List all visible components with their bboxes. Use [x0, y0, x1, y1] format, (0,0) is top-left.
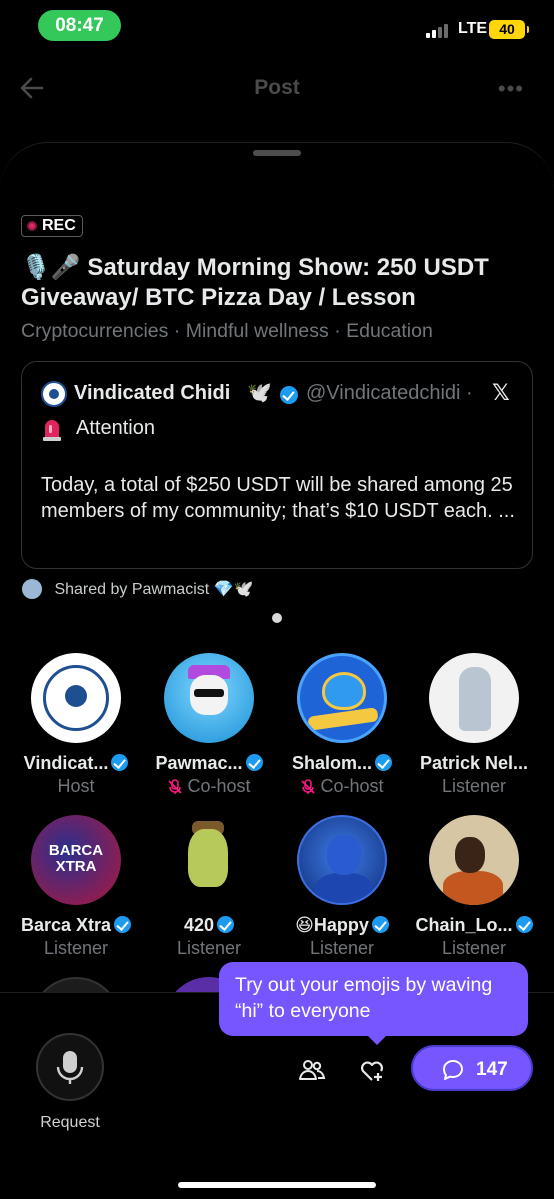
participant-name: Chain_Lo...: [408, 915, 540, 936]
microphone-icon: [56, 1051, 84, 1084]
more-icon[interactable]: •••: [498, 76, 524, 102]
participants-row: BARCA XTRA Barca Xtra Listener 420 Liste…: [10, 815, 544, 977]
post-body: Today, a total of $250 USDT will be shar…: [41, 474, 515, 522]
avatar: [297, 815, 387, 905]
space-title: 🎙️🎤 Saturday Morning Show: 250 USDT Give…: [21, 254, 489, 311]
verified-badge-icon: [371, 916, 389, 934]
verified-badge-icon: [217, 916, 235, 934]
participant[interactable]: 420 Listener: [143, 815, 275, 959]
avatar: [429, 653, 519, 743]
verified-badge-icon: [245, 754, 263, 772]
participant-role: Host: [57, 776, 95, 796]
page-title: Post: [254, 76, 300, 99]
heart-add-icon[interactable]: [358, 1056, 386, 1084]
participant-role: Listener: [441, 776, 507, 796]
participant[interactable]: Shalom... Co-host: [276, 653, 408, 797]
participant-name: 😆Happy: [276, 915, 408, 936]
participant[interactable]: Patrick Nel... Listener: [408, 653, 540, 797]
participant-role: Listener: [309, 938, 375, 958]
request-label: Request: [40, 1114, 100, 1131]
post-header: Post •••: [0, 64, 554, 114]
participant-role: Listener: [441, 938, 507, 958]
comments-button[interactable]: 147: [411, 1045, 533, 1091]
battery-icon: 40: [489, 20, 529, 39]
mic-off-icon: [301, 779, 316, 795]
request-button[interactable]: [36, 1033, 104, 1101]
participant-role: Co-host: [276, 776, 408, 797]
shared-by: Shared by Pawmacist 💎🕊️: [22, 579, 253, 599]
participant-role: Co-host: [143, 776, 275, 797]
participant-name: 420: [143, 915, 275, 936]
participant-name: Pawmac...: [143, 753, 275, 774]
avatar: [429, 815, 519, 905]
verified-badge-icon: [280, 386, 298, 404]
verified-badge-icon: [515, 916, 533, 934]
participant-name: Vindicat...: [10, 753, 142, 774]
status-bar: 08:47 LTE 40: [0, 0, 554, 54]
participant[interactable]: Pawmac... Co-host: [143, 653, 275, 797]
sheet-grab-handle[interactable]: [253, 150, 301, 156]
rec-badge: REC: [21, 215, 83, 237]
author-handle: @Vindicatedchidi ·: [306, 382, 473, 404]
verified-badge-icon: [375, 754, 392, 772]
avatar: [31, 653, 121, 743]
people-icon[interactable]: [298, 1056, 326, 1084]
comments-count: 147: [476, 1059, 508, 1080]
sharer-avatar: [22, 579, 42, 599]
pinned-post-card[interactable]: Vindicated Chidi 🕊️ @Vindicatedchidi · 𝕏…: [21, 361, 533, 569]
participant[interactable]: 😆Happy Listener: [276, 815, 408, 959]
participant[interactable]: Vindicat... Host: [10, 653, 142, 797]
author-emoji: 🕊️: [247, 382, 272, 404]
x-logo-icon: 𝕏: [492, 380, 510, 405]
avatar: [164, 653, 254, 743]
siren-icon: [43, 420, 61, 441]
participant[interactable]: BARCA XTRA Barca Xtra Listener: [10, 815, 142, 959]
post-attention-text: Attention: [76, 417, 155, 439]
space-topics: Cryptocurrencies · Mindful wellness · Ed…: [21, 320, 433, 342]
author-avatar: [41, 381, 67, 407]
participant-role: Listener: [176, 938, 242, 958]
participant-name: Barca Xtra: [10, 915, 142, 936]
emoji-tooltip[interactable]: Try out your emojis by waving “hi” to ev…: [219, 962, 528, 1045]
network-label: LTE: [458, 20, 488, 37]
avatar: BARCA XTRA: [31, 815, 121, 905]
rec-dot-icon: [27, 221, 37, 231]
verified-badge-icon: [111, 754, 129, 772]
participants-row: Vindicat... Host Pawmac... Co-host Shalo…: [10, 653, 544, 815]
page-indicator-dot: [272, 613, 282, 623]
chat-bubble-icon: [443, 1060, 463, 1080]
mic-off-icon: [168, 779, 183, 795]
avatar: [297, 653, 387, 743]
status-time: 08:47: [38, 10, 121, 41]
participant[interactable]: Chain_Lo... Listener: [408, 815, 540, 959]
participant-name: Patrick Nel...: [419, 753, 529, 773]
verified-badge-icon: [114, 916, 132, 934]
rec-label: REC: [42, 217, 76, 234]
avatar: [164, 815, 254, 905]
participant-name: Shalom...: [276, 753, 408, 774]
home-indicator[interactable]: [178, 1182, 376, 1188]
author-name: Vindicated Chidi: [74, 382, 231, 404]
signal-icon: [426, 22, 452, 38]
participant-role: Listener: [43, 938, 109, 958]
shared-by-text: Shared by Pawmacist 💎🕊️: [54, 581, 254, 598]
